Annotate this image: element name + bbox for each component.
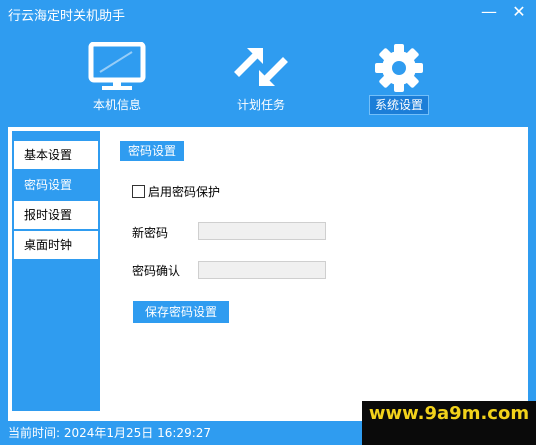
enable-password-label: 启用密码保护	[148, 185, 221, 199]
new-password-label: 新密码	[132, 226, 169, 240]
sidebar-item-desktop-clock[interactable]: 桌面时钟	[14, 231, 98, 259]
monitor-icon	[88, 42, 146, 90]
nav-item-system-settings[interactable]: 系统设置	[344, 38, 454, 116]
title-bar: 行云海定时关机助手 — ✕	[0, 0, 536, 28]
gear-icon	[375, 44, 423, 92]
nav-label-machine-info: 本机信息	[92, 98, 141, 112]
watermark-text: www.9a9m.com	[368, 403, 530, 424]
arrows-icon	[234, 48, 288, 86]
minimize-button[interactable]: —	[474, 0, 504, 26]
watermark-logo: www.9a9m.com	[362, 401, 536, 445]
settings-sidebar: 基本设置 密码设置 报时设置 桌面时钟	[12, 131, 100, 411]
new-password-input[interactable]	[198, 222, 326, 240]
sidebar-item-chime-settings[interactable]: 报时设置	[14, 201, 98, 229]
confirm-password-input[interactable]	[198, 261, 326, 279]
nav-item-machine-info[interactable]: 本机信息	[62, 38, 172, 116]
section-title: 密码设置	[120, 141, 185, 161]
enable-password-option[interactable]: 启用密码保护	[132, 183, 220, 199]
app-window: 行云海定时关机助手 — ✕ 本机信息 计划任务 系统设置 基本设置 密码设置 报…	[0, 0, 536, 445]
nav-label-scheduled-tasks: 计划任务	[236, 98, 285, 112]
close-button[interactable]: ✕	[504, 0, 534, 26]
confirm-password-label: 密码确认	[132, 264, 181, 278]
sidebar-item-password-settings[interactable]: 密码设置	[14, 171, 98, 199]
sidebar-item-basic-settings[interactable]: 基本设置	[14, 141, 98, 169]
nav-label-system-settings: 系统设置	[368, 95, 429, 115]
settings-panel: 基本设置 密码设置 报时设置 桌面时钟 密码设置 启用密码保护 新密码 密码确认…	[8, 127, 528, 421]
window-title: 行云海定时关机助手	[8, 9, 126, 24]
enable-password-checkbox[interactable]	[132, 185, 145, 198]
nav-item-scheduled-tasks[interactable]: 计划任务	[206, 38, 316, 116]
status-bar-time: 当前时间: 2024年1月25日 16:29:27	[8, 426, 212, 440]
save-password-button[interactable]: 保存密码设置	[133, 301, 229, 323]
